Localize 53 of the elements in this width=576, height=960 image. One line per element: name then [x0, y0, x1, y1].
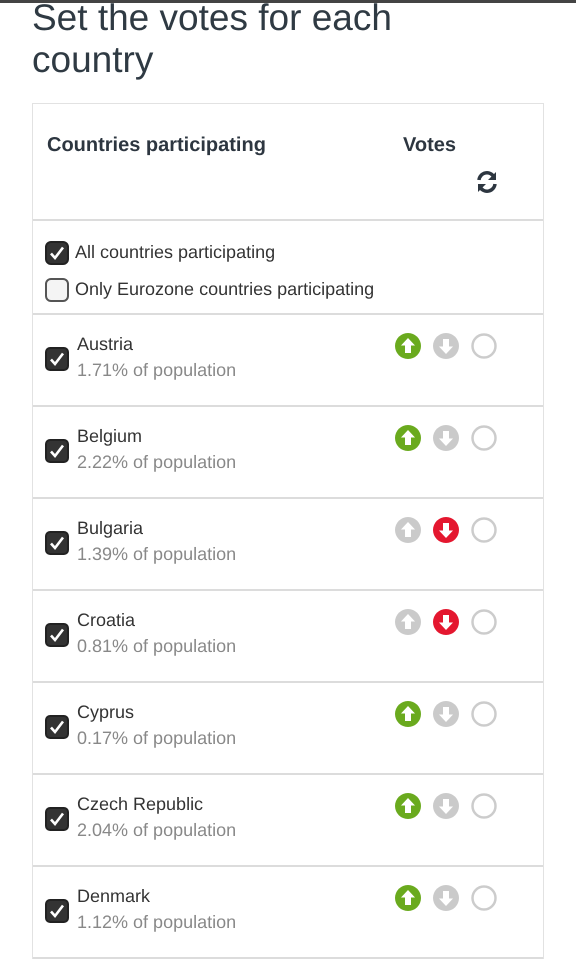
arrow-up-button[interactable]: [395, 885, 421, 911]
checkbox[interactable]: [45, 899, 69, 923]
population-share: 1.39% of population: [77, 543, 238, 566]
arrow-up-button[interactable]: [395, 701, 421, 727]
arrow-down-button[interactable]: [433, 609, 459, 635]
option-label: Only Eurozone countries participating: [75, 278, 374, 301]
checkbox[interactable]: [45, 240, 69, 264]
country-name: Denmark: [77, 885, 152, 908]
country-name: Croatia: [77, 609, 136, 632]
population-share: 2.22% of population: [77, 451, 238, 474]
arrow-up-button[interactable]: [395, 517, 421, 543]
checkbox[interactable]: [45, 278, 69, 302]
country-name: Bulgaria: [77, 517, 144, 540]
checkbox[interactable]: [45, 531, 69, 555]
country-name: Czech Republic: [77, 793, 204, 816]
country-name: Belgium: [77, 425, 144, 448]
circle-button[interactable]: [471, 333, 497, 359]
circle-button[interactable]: [471, 609, 497, 635]
check-icon: [49, 811, 65, 827]
checkbox[interactable]: [45, 623, 69, 647]
refresh-icon[interactable]: [475, 170, 499, 194]
option-label: All countries participating: [75, 241, 276, 264]
check-icon: [49, 903, 65, 919]
check-icon: [49, 244, 65, 260]
arrow-up-button[interactable]: [395, 425, 421, 451]
arrow-down-button[interactable]: [433, 517, 459, 543]
check-icon: [49, 443, 65, 459]
checkbox[interactable]: [45, 807, 69, 831]
arrow-up-button[interactable]: [395, 609, 421, 635]
page-title: Set the votes for each country: [32, 3, 393, 81]
checkbox[interactable]: [45, 715, 69, 739]
country-name: Cyprus: [77, 701, 136, 724]
population-share: 1.71% of population: [77, 359, 238, 382]
arrow-up-button[interactable]: [395, 793, 421, 819]
circle-button[interactable]: [471, 885, 497, 911]
population-share: 2.04% of population: [77, 819, 238, 842]
column-header: Votes: [403, 133, 456, 158]
population-share: 1.12% of population: [77, 911, 238, 934]
check-icon: [49, 627, 65, 643]
column-header: Countries participating: [47, 133, 267, 158]
circle-button[interactable]: [471, 517, 497, 543]
country-name: Austria: [77, 333, 134, 356]
circle-button[interactable]: [471, 701, 497, 727]
check-icon: [49, 351, 65, 367]
arrow-up-button[interactable]: [395, 333, 421, 359]
population-share: 0.17% of population: [77, 727, 238, 750]
checkbox[interactable]: [45, 347, 69, 371]
circle-button[interactable]: [471, 425, 497, 451]
population-share: 0.81% of population: [77, 635, 238, 658]
check-icon: [49, 535, 65, 551]
circle-button[interactable]: [471, 793, 497, 819]
checkbox[interactable]: [45, 439, 69, 463]
check-icon: [49, 719, 65, 735]
